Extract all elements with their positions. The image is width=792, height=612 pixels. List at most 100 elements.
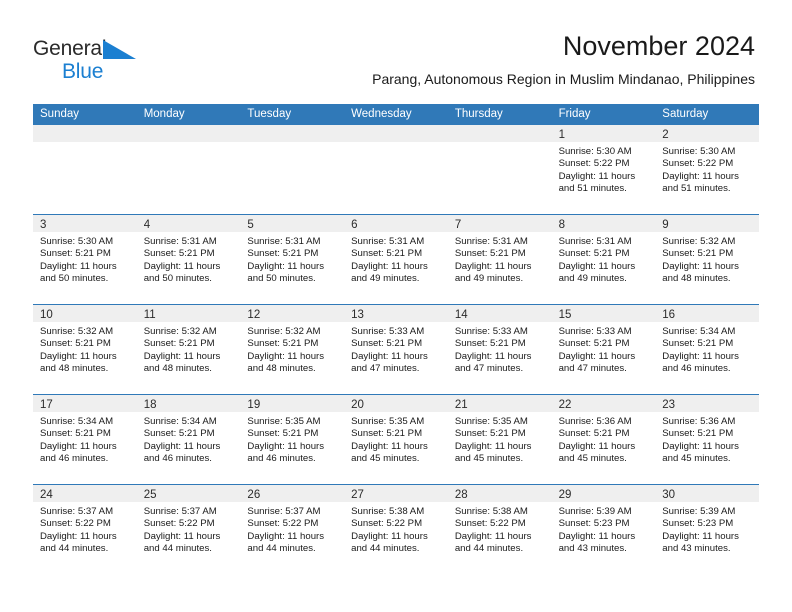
day-details: Sunrise: 5:37 AM Sunset: 5:22 PM Dayligh… [33, 502, 137, 555]
day-number: 25 [143, 489, 157, 501]
sunrise-text: Sunrise: 5:39 AM [558, 506, 632, 517]
daylight-text-line1: Daylight: 11 hours [662, 440, 739, 452]
day-number-band: 25 [136, 485, 241, 502]
daylight-text-line2: and 44 minutes. [247, 542, 316, 554]
day-number-band: 1 [551, 125, 656, 142]
day-details: Sunrise: 5:39 AM Sunset: 5:23 PM Dayligh… [552, 502, 656, 555]
day-cell[interactable]: 27 Sunrise: 5:38 AM Sunset: 5:22 PM Dayl… [344, 485, 448, 574]
day-number: 1 [558, 129, 565, 141]
day-cell[interactable]: 28 Sunrise: 5:38 AM Sunset: 5:22 PM Dayl… [447, 485, 552, 574]
daylight-text-line1: Daylight: 11 hours [662, 260, 739, 272]
day-cell[interactable]: 3 Sunrise: 5:30 AM Sunset: 5:21 PM Dayli… [33, 215, 137, 304]
sunset-text: Sunset: 5:21 PM [247, 248, 319, 260]
daylight-text-line1: Daylight: 11 hours [40, 530, 117, 542]
daylight-text-line2: and 48 minutes. [143, 362, 212, 374]
day-number: 11 [143, 309, 156, 321]
day-cell[interactable]: 18 Sunrise: 5:34 AM Sunset: 5:21 PM Dayl… [136, 395, 241, 484]
daylight-text-line1: Daylight: 11 hours [40, 350, 117, 362]
day-cell[interactable]: 14 Sunrise: 5:33 AM Sunset: 5:21 PM Dayl… [447, 305, 552, 394]
day-cell[interactable]: 6 Sunrise: 5:31 AM Sunset: 5:21 PM Dayli… [344, 215, 448, 304]
daylight-text-line1: Daylight: 11 hours [351, 260, 428, 272]
day-number-band: 27 [344, 485, 448, 502]
day-number: 13 [351, 309, 364, 321]
day-cell[interactable]: 30 Sunrise: 5:39 AM Sunset: 5:23 PM Dayl… [655, 485, 759, 574]
daylight-text-line2: and 45 minutes. [662, 452, 731, 464]
day-number: 29 [558, 489, 572, 501]
sunrise-text: Sunrise: 5:30 AM [558, 146, 632, 157]
day-cell[interactable]: 25 Sunrise: 5:37 AM Sunset: 5:22 PM Dayl… [136, 485, 241, 574]
day-cell[interactable]: 1 Sunrise: 5:30 AM Sunset: 5:22 PM Dayli… [551, 125, 656, 214]
page-header: General Blue November 2024 Parang, Auton… [0, 0, 792, 100]
day-cell[interactable]: 15 Sunrise: 5:33 AM Sunset: 5:21 PM Dayl… [551, 305, 656, 394]
day-details: Sunrise: 5:38 AM Sunset: 5:22 PM Dayligh… [344, 502, 448, 555]
day-number: 6 [351, 219, 358, 231]
daylight-text-line2: and 44 minutes. [143, 542, 212, 554]
day-cell[interactable]: 13 Sunrise: 5:33 AM Sunset: 5:21 PM Dayl… [344, 305, 448, 394]
day-cell[interactable]: 17 Sunrise: 5:34 AM Sunset: 5:21 PM Dayl… [33, 395, 137, 484]
day-cell[interactable]: 29 Sunrise: 5:39 AM Sunset: 5:23 PM Dayl… [551, 485, 656, 574]
day-cell[interactable]: 11 Sunrise: 5:32 AM Sunset: 5:21 PM Dayl… [136, 305, 241, 394]
sunrise-text: Sunrise: 5:31 AM [143, 236, 217, 247]
daylight-text-line2: and 48 minutes. [662, 272, 731, 284]
sunrise-text: Sunrise: 5:32 AM [662, 236, 736, 247]
day-number-band: 14 [447, 305, 552, 322]
daylight-text-line1: Daylight: 11 hours [247, 440, 325, 452]
day-details: Sunrise: 5:32 AM Sunset: 5:21 PM Dayligh… [137, 322, 241, 375]
day-details: Sunrise: 5:31 AM Sunset: 5:21 PM Dayligh… [240, 232, 344, 285]
day-details: Sunrise: 5:33 AM Sunset: 5:21 PM Dayligh… [552, 322, 656, 375]
generalblue-logo[interactable]: General Blue [33, 38, 163, 84]
day-cell[interactable]: 5 Sunrise: 5:31 AM Sunset: 5:21 PM Dayli… [240, 215, 345, 304]
day-cell[interactable]: 19 Sunrise: 5:35 AM Sunset: 5:21 PM Dayl… [240, 395, 345, 484]
sunrise-text: Sunrise: 5:32 AM [40, 326, 114, 337]
day-cell[interactable]: 8 Sunrise: 5:31 AM Sunset: 5:21 PM Dayli… [551, 215, 656, 304]
day-details: Sunrise: 5:30 AM Sunset: 5:22 PM Dayligh… [552, 142, 656, 195]
day-cell[interactable]: 21 Sunrise: 5:35 AM Sunset: 5:21 PM Dayl… [447, 395, 552, 484]
sunrise-text: Sunrise: 5:33 AM [454, 326, 528, 337]
day-cell[interactable]: 23 Sunrise: 5:36 AM Sunset: 5:21 PM Dayl… [655, 395, 759, 484]
day-number: 2 [662, 129, 669, 141]
daylight-text-line2: and 49 minutes. [454, 272, 524, 284]
daylight-text-line2: and 51 minutes. [558, 182, 627, 194]
sunset-text: Sunset: 5:21 PM [558, 338, 630, 350]
day-cell[interactable]: 20 Sunrise: 5:35 AM Sunset: 5:21 PM Dayl… [344, 395, 448, 484]
daylight-text-line1: Daylight: 11 hours [454, 350, 532, 362]
sunset-text: Sunset: 5:23 PM [558, 518, 630, 530]
day-cell[interactable]: 24 Sunrise: 5:37 AM Sunset: 5:22 PM Dayl… [33, 485, 137, 574]
day-number: 15 [558, 309, 572, 321]
day-cell[interactable]: 22 Sunrise: 5:36 AM Sunset: 5:21 PM Dayl… [551, 395, 656, 484]
sunrise-text: Sunrise: 5:33 AM [558, 326, 632, 337]
daylight-text-line1: Daylight: 11 hours [558, 260, 636, 272]
day-cell[interactable]: 12 Sunrise: 5:32 AM Sunset: 5:21 PM Dayl… [240, 305, 345, 394]
sunrise-text: Sunrise: 5:38 AM [454, 506, 528, 517]
day-number-band: 8 [551, 215, 656, 232]
logo-text-blue: Blue [62, 60, 104, 83]
daylight-text-line2: and 44 minutes. [351, 542, 420, 554]
day-number: 23 [662, 399, 676, 411]
daylight-text-line1: Daylight: 11 hours [558, 170, 636, 182]
sunset-text: Sunset: 5:21 PM [143, 338, 215, 350]
day-number-band: 22 [551, 395, 656, 412]
day-number-band [136, 125, 241, 142]
week-row: 3 Sunrise: 5:30 AM Sunset: 5:21 PM Dayli… [33, 214, 759, 304]
weekday-tuesday: Tuesday [247, 108, 292, 120]
day-cell[interactable]: 10 Sunrise: 5:32 AM Sunset: 5:21 PM Dayl… [33, 305, 137, 394]
day-number-band: 10 [33, 305, 137, 322]
day-cell[interactable]: 7 Sunrise: 5:31 AM Sunset: 5:21 PM Dayli… [447, 215, 552, 304]
day-number-band: 28 [447, 485, 552, 502]
daylight-text-line2: and 50 minutes. [40, 272, 109, 284]
day-details: Sunrise: 5:32 AM Sunset: 5:21 PM Dayligh… [655, 232, 759, 285]
daylight-text-line2: and 46 minutes. [247, 452, 316, 464]
day-cell[interactable]: 4 Sunrise: 5:31 AM Sunset: 5:21 PM Dayli… [136, 215, 241, 304]
day-number-band: 2 [655, 125, 759, 142]
day-cell[interactable]: 9 Sunrise: 5:32 AM Sunset: 5:21 PM Dayli… [655, 215, 759, 304]
day-cell[interactable]: 26 Sunrise: 5:37 AM Sunset: 5:22 PM Dayl… [240, 485, 345, 574]
weekday-header-row: Sunday Monday Tuesday Wednesday Thursday… [33, 104, 759, 125]
sunset-text: Sunset: 5:21 PM [143, 428, 215, 440]
day-cell[interactable]: 2 Sunrise: 5:30 AM Sunset: 5:22 PM Dayli… [655, 125, 759, 214]
daylight-text-line1: Daylight: 11 hours [662, 350, 739, 362]
sunrise-text: Sunrise: 5:33 AM [351, 326, 425, 337]
daylight-text-line1: Daylight: 11 hours [454, 260, 532, 272]
day-number-band: 15 [551, 305, 656, 322]
day-cell[interactable]: 16 Sunrise: 5:34 AM Sunset: 5:21 PM Dayl… [655, 305, 759, 394]
weekday-saturday: Saturday [662, 108, 709, 120]
